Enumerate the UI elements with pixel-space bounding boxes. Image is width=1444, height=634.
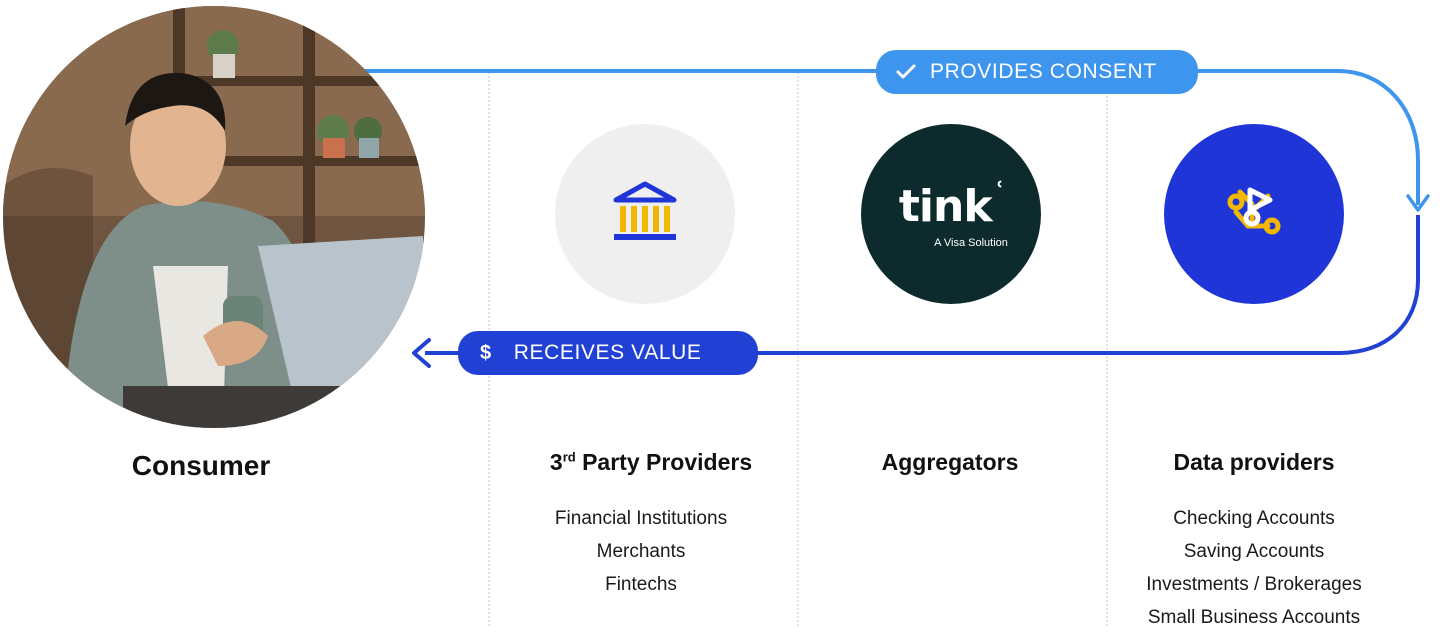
tink-logo-word: tink [898, 181, 993, 232]
consumer-avatar [3, 6, 425, 428]
list-item: Small Business Accounts [1147, 607, 1361, 628]
third-party-providers-node [555, 124, 735, 304]
list-item: Merchants [596, 541, 686, 562]
list-item: Saving Accounts [1183, 541, 1325, 562]
bank-icon [610, 180, 680, 249]
provides-consent-label: PROVIDES CONSENT [930, 60, 1157, 83]
consumer-title: Consumer [131, 450, 271, 481]
aggregators-title: Aggregators [881, 449, 1019, 475]
check-icon [896, 64, 916, 80]
list-item: Financial Institutions [554, 508, 728, 529]
tpp-title-ordinal: rd [562, 449, 576, 465]
tink-tagline: A Visa Solution [934, 237, 1008, 249]
data-providers-title: Data providers [1173, 449, 1335, 475]
receives-value-badge: $ RECEIVES VALUE [458, 331, 758, 375]
dollar-icon: $ [480, 341, 492, 364]
list-item: Checking Accounts [1173, 508, 1335, 529]
third-party-providers-list: Financial Institutions Merchants Fintech… [555, 502, 727, 601]
network-nodes-icon [1222, 182, 1286, 247]
aggregators-node: tink ʿ A Visa Solution [861, 124, 1041, 304]
tpp-title-text: Party Providers [575, 449, 753, 475]
data-providers-list: Checking Accounts Saving Accounts Invest… [1146, 502, 1361, 634]
provides-consent-badge: PROVIDES CONSENT [876, 50, 1198, 94]
tink-logo: tink ʿ [898, 179, 1004, 232]
list-item: Investments / Brokerages [1146, 574, 1362, 595]
third-party-providers-title: 3rd Party Providers [550, 449, 752, 476]
open-banking-diagram: PROVIDES CONSENT $ RECEIVES VALUE tink ʿ… [0, 0, 1444, 628]
receives-value-label: RECEIVES VALUE [513, 341, 702, 364]
list-item: Fintechs [605, 574, 677, 595]
tpp-title-number: 3 [549, 449, 563, 475]
data-providers-node [1164, 124, 1344, 304]
tink-mark-icon: ʿ [994, 177, 1004, 207]
